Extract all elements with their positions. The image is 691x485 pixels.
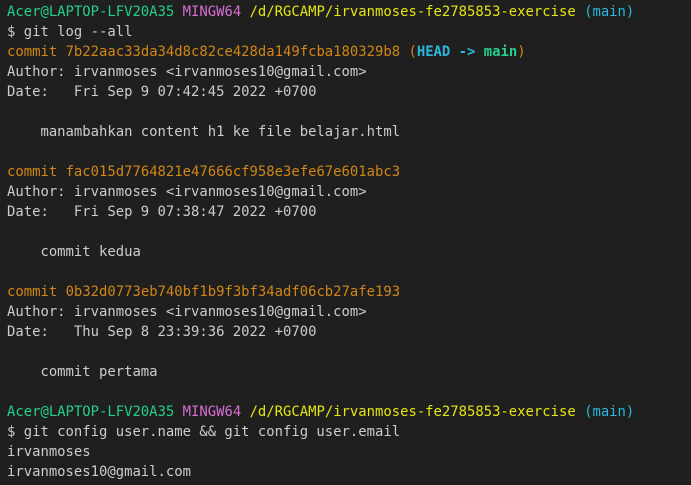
ref-close: )	[517, 44, 526, 60]
commit-author: Author: irvanmoses <irvanmoses10@gmail.c…	[7, 304, 367, 320]
prompt-user-host: Acer@LAPTOP-LFV20A35	[7, 404, 175, 420]
commit-line: commit 0b32d0773eb740bf1b9f3bf34adf06cb2…	[7, 282, 691, 302]
commit-date: Date: Fri Sep 9 07:38:47 2022 +0700	[7, 204, 317, 220]
prompt-line: Acer@LAPTOP-LFV20A35 MINGW64 /d/RGCAMP/i…	[7, 402, 691, 422]
commit-hash: 0b32d0773eb740bf1b9f3bf34adf06cb27afe193	[65, 284, 401, 300]
commit-label: commit	[7, 44, 58, 60]
commit-date: Date: Thu Sep 8 23:39:36 2022 +0700	[7, 324, 317, 340]
commit-message: commit pertama	[7, 364, 158, 380]
commit-author: Author: irvanmoses <irvanmoses10@gmail.c…	[7, 184, 367, 200]
head-label: HEAD	[416, 44, 451, 60]
commit-message: commit kedua	[7, 244, 141, 260]
commit-hash: fac015d7764821e47666cf958e3efe67e601abc3	[65, 164, 401, 180]
commit-label: commit	[7, 284, 58, 300]
command-line: $ git log --all	[7, 24, 133, 40]
prompt-branch: (main)	[584, 404, 635, 420]
prompt-path: /d/RGCAMP/irvanmoses-fe2785853-exercise	[249, 404, 576, 420]
prompt-user-host: Acer@LAPTOP-LFV20A35	[7, 4, 175, 20]
commit-label: commit	[7, 164, 58, 180]
commit-author: Author: irvanmoses <irvanmoses10@gmail.c…	[7, 64, 367, 80]
output-line: irvanmoses10@gmail.com	[7, 464, 191, 480]
command-line: $ git config user.name && git config use…	[7, 424, 401, 440]
prompt-env: MINGW64	[182, 4, 242, 20]
prompt-env: MINGW64	[182, 404, 242, 420]
ref-arrow: ->	[458, 44, 476, 60]
ref-branch: main	[483, 44, 518, 60]
commit-line: commit fac015d7764821e47666cf958e3efe67e…	[7, 162, 691, 182]
commit-message: manambahkan content h1 ke file belajar.h…	[7, 124, 401, 140]
prompt-line: Acer@LAPTOP-LFV20A35 MINGW64 /d/RGCAMP/i…	[7, 2, 691, 22]
commit-hash: 7b22aac33da34d8c82ce428da149fcba180329b8	[65, 44, 401, 60]
commit-date: Date: Fri Sep 9 07:42:45 2022 +0700	[7, 84, 317, 100]
ref-open: (	[408, 44, 417, 60]
commit-line: commit 7b22aac33da34d8c82ce428da149fcba1…	[7, 42, 691, 62]
output-line: irvanmoses	[7, 444, 91, 460]
terminal-window[interactable]: Acer@LAPTOP-LFV20A35 MINGW64 /d/RGCAMP/i…	[0, 0, 691, 485]
prompt-path: /d/RGCAMP/irvanmoses-fe2785853-exercise	[249, 4, 576, 20]
prompt-branch: (main)	[584, 4, 635, 20]
